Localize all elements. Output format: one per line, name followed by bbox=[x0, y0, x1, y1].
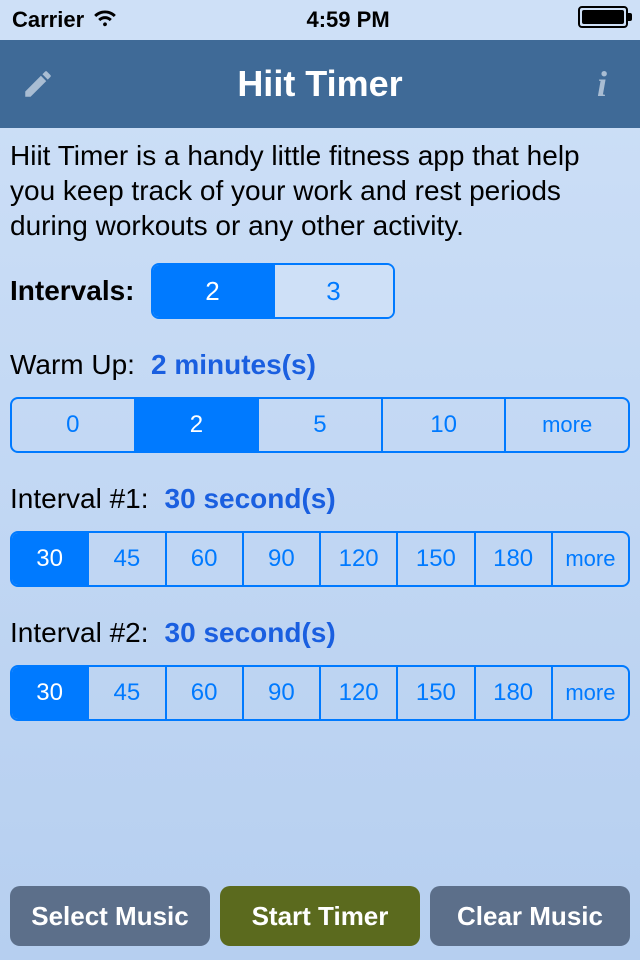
interval1-option-more[interactable]: more bbox=[551, 533, 628, 585]
warmup-option-5[interactable]: 5 bbox=[257, 399, 381, 451]
interval1-option-180[interactable]: 180 bbox=[474, 533, 551, 585]
clear-music-button[interactable]: Clear Music bbox=[430, 886, 630, 946]
warmup-option-2[interactable]: 2 bbox=[134, 399, 258, 451]
status-left: Carrier bbox=[12, 7, 118, 33]
intervals-option-3[interactable]: 3 bbox=[273, 265, 393, 317]
description-text: Hiit Timer is a handy little fitness app… bbox=[10, 138, 630, 243]
interval2-option-60[interactable]: 60 bbox=[165, 667, 242, 719]
interval1-option-60[interactable]: 60 bbox=[165, 533, 242, 585]
warmup-label: Warm Up: bbox=[10, 349, 135, 381]
carrier-label: Carrier bbox=[12, 7, 84, 33]
interval2-value: 30 second(s) bbox=[165, 617, 336, 649]
select-music-button[interactable]: Select Music bbox=[10, 886, 210, 946]
interval1-option-30[interactable]: 30 bbox=[12, 533, 87, 585]
wifi-icon bbox=[92, 7, 118, 33]
interval1-value: 30 second(s) bbox=[165, 483, 336, 515]
bottom-bar: Select Music Start Timer Clear Music bbox=[10, 886, 630, 946]
interval1-label: Interval #1: bbox=[10, 483, 149, 515]
interval2-segmented: 30456090120150180more bbox=[10, 665, 630, 721]
interval1-section: Interval #1: 30 second(s) 30456090120150… bbox=[10, 483, 630, 587]
interval2-option-30[interactable]: 30 bbox=[12, 667, 87, 719]
page-title: Hiit Timer bbox=[237, 63, 402, 105]
intervals-row: Intervals: 23 bbox=[10, 263, 630, 319]
interval2-option-180[interactable]: 180 bbox=[474, 667, 551, 719]
status-time: 4:59 PM bbox=[307, 7, 390, 33]
interval1-option-90[interactable]: 90 bbox=[242, 533, 319, 585]
nav-bar: Hiit Timer i bbox=[0, 40, 640, 128]
interval1-option-120[interactable]: 120 bbox=[319, 533, 396, 585]
battery-icon bbox=[578, 6, 628, 34]
interval2-section: Interval #2: 30 second(s) 30456090120150… bbox=[10, 617, 630, 721]
interval1-option-150[interactable]: 150 bbox=[396, 533, 473, 585]
warmup-section: Warm Up: 2 minutes(s) 02510more bbox=[10, 349, 630, 453]
interval1-option-45[interactable]: 45 bbox=[87, 533, 164, 585]
intervals-option-2[interactable]: 2 bbox=[153, 265, 273, 317]
content: Hiit Timer is a handy little fitness app… bbox=[0, 128, 640, 721]
info-icon[interactable]: i bbox=[584, 66, 620, 102]
interval2-option-90[interactable]: 90 bbox=[242, 667, 319, 719]
warmup-value: 2 minutes(s) bbox=[151, 349, 316, 381]
warmup-option-10[interactable]: 10 bbox=[381, 399, 505, 451]
interval1-segmented: 30456090120150180more bbox=[10, 531, 630, 587]
warmup-option-0[interactable]: 0 bbox=[12, 399, 134, 451]
interval2-option-120[interactable]: 120 bbox=[319, 667, 396, 719]
interval2-label: Interval #2: bbox=[10, 617, 149, 649]
start-timer-button[interactable]: Start Timer bbox=[220, 886, 420, 946]
intervals-segmented: 23 bbox=[151, 263, 395, 319]
interval2-option-45[interactable]: 45 bbox=[87, 667, 164, 719]
warmup-option-more[interactable]: more bbox=[504, 399, 628, 451]
warmup-segmented: 02510more bbox=[10, 397, 630, 453]
interval2-option-150[interactable]: 150 bbox=[396, 667, 473, 719]
edit-icon[interactable] bbox=[20, 66, 56, 102]
status-bar: Carrier 4:59 PM bbox=[0, 0, 640, 40]
intervals-label: Intervals: bbox=[10, 275, 135, 307]
interval2-option-more[interactable]: more bbox=[551, 667, 628, 719]
